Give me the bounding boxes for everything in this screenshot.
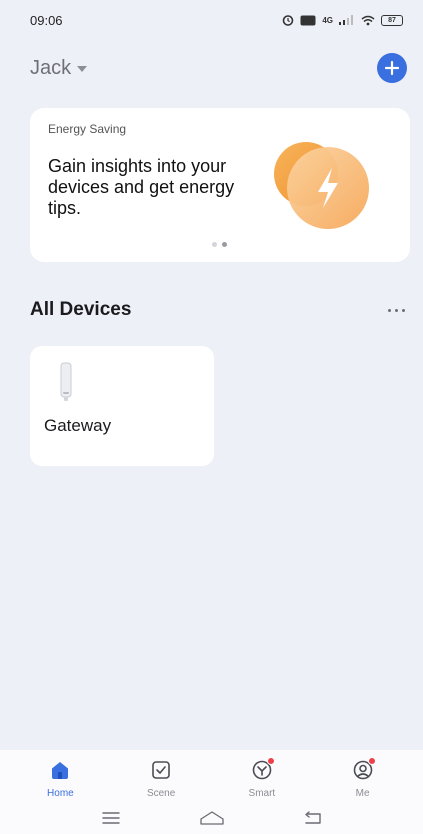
hd-icon — [300, 15, 316, 25]
status-bar: 09:06 4G 87 — [0, 0, 423, 40]
network-label: 4G — [322, 15, 333, 25]
tab-smart[interactable]: Smart — [222, 757, 302, 799]
tab-label: Smart — [248, 788, 276, 799]
tab-scene[interactable]: Scene — [121, 758, 201, 799]
carousel-indicator — [212, 242, 227, 247]
signal-icon — [339, 15, 353, 25]
alarm-icon — [283, 15, 294, 26]
header: Jack — [0, 48, 423, 88]
battery-icon: 87 — [381, 14, 403, 26]
wifi-icon — [361, 15, 375, 25]
menu-button[interactable] — [91, 806, 131, 830]
home-icon — [48, 758, 72, 782]
home-name: Jack — [30, 56, 72, 79]
back-icon — [304, 811, 321, 824]
section-title: All Devices — [30, 299, 132, 320]
scene-icon — [149, 758, 173, 782]
device-name: Gateway — [44, 416, 112, 435]
status-icons: 4G 87 — [282, 14, 403, 26]
all-devices-header: All Devices — [30, 296, 405, 324]
battery-level: 87 — [388, 16, 396, 24]
status-time: 09:06 — [30, 12, 63, 28]
add-device-button[interactable] — [377, 53, 407, 83]
tab-bar: Home Scene Smart Me — [0, 750, 423, 802]
notification-badge — [266, 757, 275, 765]
home-selector[interactable]: Jack — [30, 56, 88, 80]
more-dot — [402, 308, 405, 312]
lightning-bolt-icon — [274, 142, 369, 229]
more-dot — [395, 308, 398, 312]
carousel-dot-active[interactable] — [222, 242, 227, 247]
carousel-dot[interactable] — [212, 242, 217, 247]
tab-me[interactable]: Me — [323, 757, 403, 799]
smart-icon — [250, 757, 275, 782]
tab-label: Me — [355, 788, 370, 799]
tab-home[interactable]: Home — [20, 758, 100, 799]
gateway-icon — [60, 362, 72, 401]
home-outline-icon — [199, 811, 224, 825]
profile-icon — [351, 757, 376, 782]
more-dot — [388, 308, 391, 312]
back-button[interactable] — [293, 806, 333, 830]
tab-label: Scene — [146, 788, 176, 799]
energy-card-label: Energy Saving — [48, 122, 127, 136]
system-nav-bar — [0, 802, 423, 834]
notification-badge — [367, 757, 376, 765]
tab-label: Home — [47, 788, 74, 799]
energy-saving-card[interactable]: Energy Saving Gain insights into your de… — [30, 108, 410, 262]
chevron-down-icon — [77, 66, 88, 72]
plus-icon — [385, 61, 399, 75]
home-nav-button[interactable] — [192, 806, 232, 830]
menu-icon — [101, 812, 120, 824]
more-options-button[interactable] — [382, 303, 405, 318]
device-card-gateway[interactable]: Gateway — [30, 346, 214, 466]
energy-card-headline: Gain insights into your devices and get … — [48, 156, 235, 218]
